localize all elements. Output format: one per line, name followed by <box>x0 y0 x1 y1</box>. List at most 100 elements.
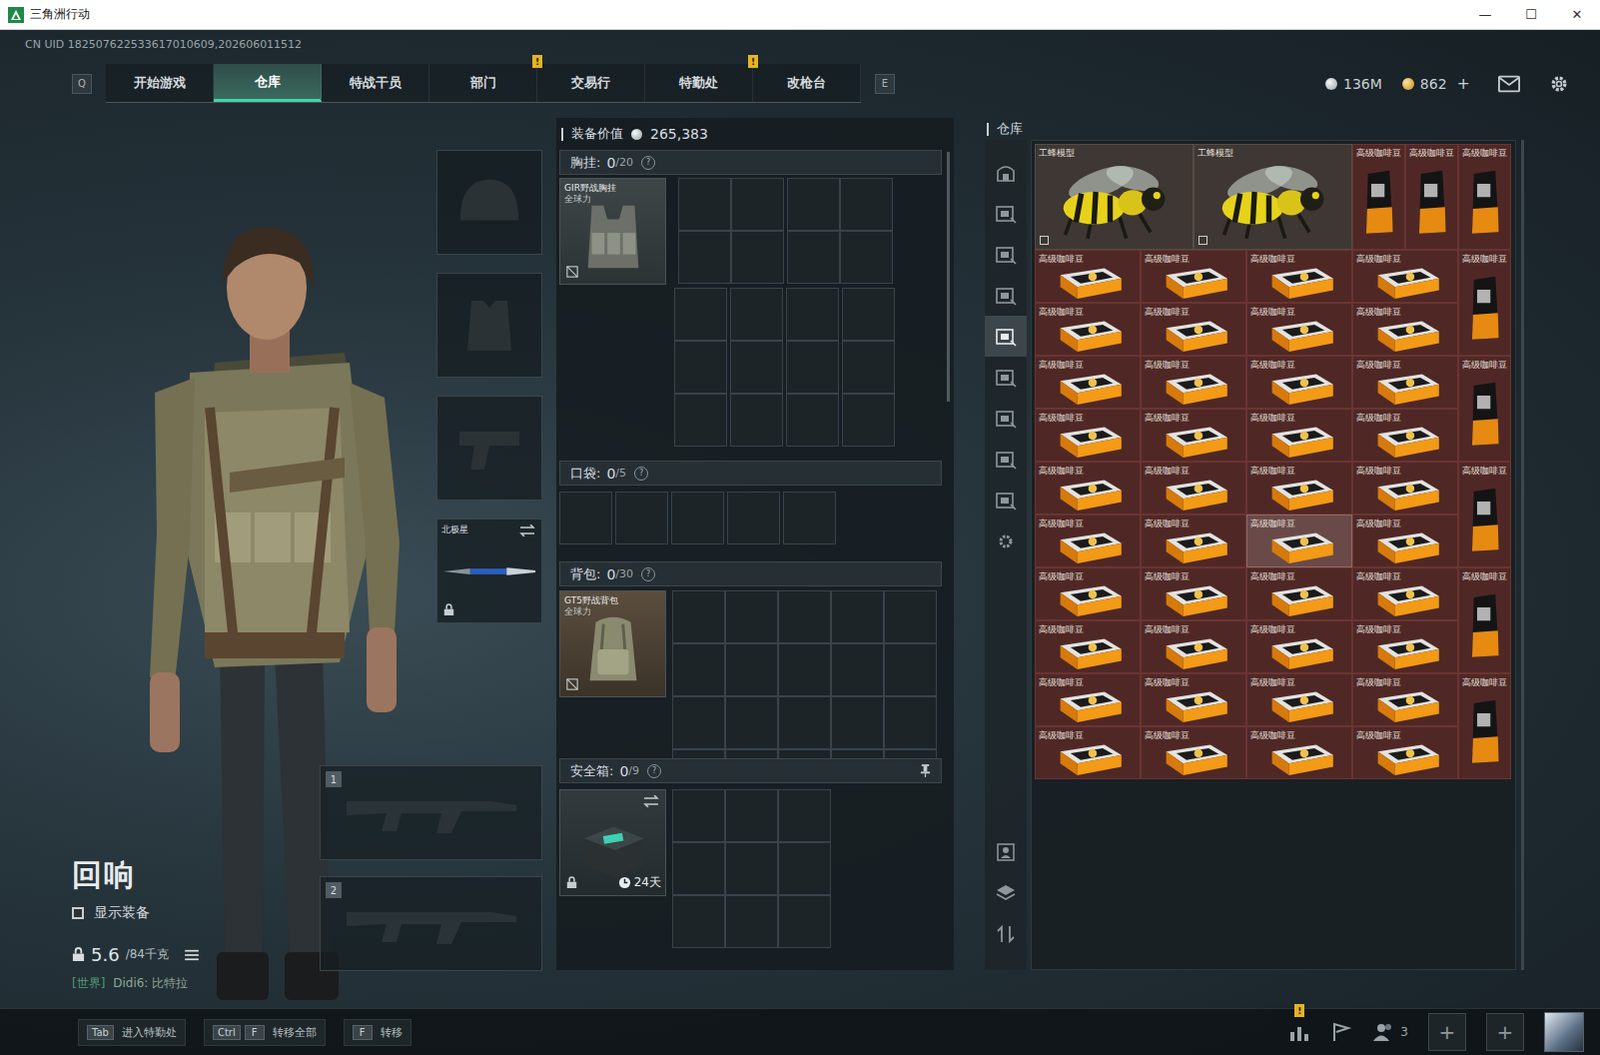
grid-cell[interactable] <box>672 643 726 697</box>
grid-cell[interactable] <box>883 696 937 750</box>
loadout-scrollbar[interactable] <box>946 151 950 402</box>
warehouse-item[interactable]: 高级咖啡豆 <box>1352 620 1459 674</box>
warehouse-item[interactable]: 高级咖啡豆 <box>1352 408 1459 462</box>
warehouse-tab[interactable] <box>984 356 1027 398</box>
help-button[interactable]: ? <box>641 155 656 170</box>
grid-cell[interactable] <box>672 696 726 750</box>
warehouse-tab[interactable] <box>984 397 1027 439</box>
window-control-button[interactable]: — <box>1462 0 1509 29</box>
warehouse-item[interactable]: 高级咖啡豆 <box>1034 514 1141 568</box>
warehouse-item[interactable]: 高级咖啡豆 <box>1458 355 1512 462</box>
equipped-item[interactable]: GT5野战背包 全球力 <box>559 590 667 698</box>
warehouse-item[interactable]: 高级咖啡豆 <box>1246 249 1353 303</box>
grid-cell[interactable] <box>786 340 839 394</box>
equipped-item[interactable]: 24天 <box>559 789 667 896</box>
window-control-button[interactable]: ✕ <box>1554 0 1600 29</box>
warehouse-item[interactable]: 高级咖啡豆 <box>1246 726 1353 780</box>
warehouse-tab[interactable] <box>984 233 1027 275</box>
grid-cell[interactable] <box>725 894 779 948</box>
equipped-item[interactable]: GIR野战胸挂 全球力 <box>559 177 667 285</box>
window-control-button[interactable]: ☐ <box>1508 0 1555 29</box>
warehouse-scrollbar[interactable] <box>1521 139 1525 970</box>
key-hint[interactable]: CtrlF 转移全部 <box>203 1018 326 1046</box>
invite-slot[interactable]: + <box>1486 1012 1525 1051</box>
main-tab[interactable]: 特勤处 ! <box>645 63 754 102</box>
warehouse-item[interactable]: 高级咖啡豆 <box>1458 567 1512 674</box>
grid-cell[interactable] <box>839 177 893 231</box>
grid-cell[interactable] <box>725 590 779 644</box>
gear-icon[interactable] <box>1548 73 1571 94</box>
list-icon[interactable] <box>184 948 199 961</box>
stats-icon[interactable] <box>1288 1021 1311 1042</box>
warehouse-item[interactable]: 高级咖啡豆 <box>1352 143 1406 250</box>
warehouse-tool[interactable] <box>984 912 1027 954</box>
nav-prev-key[interactable]: Q <box>71 73 92 94</box>
main-tab[interactable]: 特战干员 <box>321 63 430 102</box>
warehouse-item[interactable]: 高级咖啡豆 <box>1140 355 1247 409</box>
warehouse-item[interactable]: 高级咖啡豆 <box>1034 567 1141 621</box>
gear-slot[interactable]: 北极星 <box>436 518 543 624</box>
grid-cell[interactable] <box>787 230 840 284</box>
warehouse-tab[interactable] <box>984 274 1027 316</box>
grid-cell[interactable] <box>731 230 785 284</box>
grid-cell[interactable] <box>841 287 895 341</box>
mail-icon[interactable] <box>1498 73 1521 94</box>
grid-cell[interactable] <box>672 749 726 759</box>
warehouse-item[interactable]: 工蜂模型 <box>1034 143 1194 250</box>
grid-cell[interactable] <box>778 841 831 895</box>
warehouse-item[interactable]: 高级咖啡豆 <box>1352 673 1459 727</box>
warehouse-item[interactable]: 高级咖啡豆 <box>1246 461 1353 515</box>
grid-cell[interactable] <box>725 643 779 697</box>
grid-cell[interactable] <box>727 491 781 545</box>
main-tab[interactable]: 交易行 <box>537 63 646 102</box>
grid-cell[interactable] <box>786 393 839 447</box>
warehouse-item[interactable]: 高级咖啡豆 <box>1352 302 1459 356</box>
warehouse-item[interactable]: 工蜂模型 <box>1193 143 1353 250</box>
grid-cell[interactable] <box>730 393 784 447</box>
warehouse-item[interactable]: 高级咖啡豆 <box>1352 355 1459 409</box>
warehouse-item[interactable]: 高级咖啡豆 <box>1352 567 1459 621</box>
warehouse-item[interactable]: 高级咖啡豆 <box>1246 567 1353 621</box>
warehouse-item[interactable]: 高级咖啡豆 <box>1140 673 1247 727</box>
warehouse-item[interactable]: 高级咖啡豆 <box>1246 408 1353 462</box>
warehouse-item[interactable]: 高级咖啡豆 <box>1034 726 1141 780</box>
grid-cell[interactable] <box>672 789 726 842</box>
grid-cell[interactable] <box>883 590 937 644</box>
help-button[interactable]: ? <box>647 764 662 779</box>
grid-cell[interactable] <box>674 340 728 394</box>
grid-cell[interactable] <box>725 841 779 895</box>
warehouse-item[interactable]: 高级咖啡豆 <box>1140 726 1247 780</box>
key-hint[interactable]: F 转移 <box>343 1018 412 1046</box>
grid-cell[interactable] <box>672 590 726 644</box>
grid-cell[interactable] <box>841 340 895 394</box>
warehouse-item[interactable]: 高级咖啡豆 <box>1140 620 1247 674</box>
warehouse-item[interactable]: 高级咖啡豆 <box>1034 461 1141 515</box>
grid-cell[interactable] <box>678 230 732 284</box>
warehouse-item[interactable]: 高级咖啡豆 <box>1034 355 1141 409</box>
flag-icon[interactable] <box>1330 1021 1353 1042</box>
player-avatar[interactable] <box>1544 1011 1585 1052</box>
pin-icon[interactable] <box>919 764 931 778</box>
warehouse-item[interactable]: 高级咖啡豆 <box>1034 249 1141 303</box>
weapon-slot[interactable]: 1 <box>319 765 543 860</box>
warehouse-tab[interactable] <box>984 151 1027 193</box>
warehouse-tab[interactable] <box>984 520 1027 562</box>
squad-button[interactable]: 3 <box>1372 1021 1409 1042</box>
nav-next-key[interactable]: E <box>874 73 895 94</box>
grid-cell[interactable] <box>725 749 779 759</box>
grid-cell[interactable] <box>783 491 836 545</box>
help-button[interactable]: ? <box>634 466 649 481</box>
grid-cell[interactable] <box>830 590 884 644</box>
grid-cell[interactable] <box>730 287 784 341</box>
grid-cell[interactable] <box>786 287 839 341</box>
warehouse-tab[interactable] <box>984 315 1027 357</box>
warehouse-item[interactable]: 高级咖啡豆 <box>1352 249 1459 303</box>
weapon-slot[interactable]: 2 <box>319 875 543 971</box>
warehouse-item[interactable]: 高级咖啡豆 <box>1246 302 1353 356</box>
grid-cell[interactable] <box>730 340 784 394</box>
chat-line[interactable]: [世界] Didi6: 比特拉 <box>71 974 320 992</box>
warehouse-item[interactable]: 高级咖啡豆 <box>1246 514 1353 568</box>
grid-cell[interactable] <box>778 590 831 644</box>
grid-cell[interactable] <box>787 177 840 231</box>
gear-slot[interactable] <box>436 149 543 255</box>
